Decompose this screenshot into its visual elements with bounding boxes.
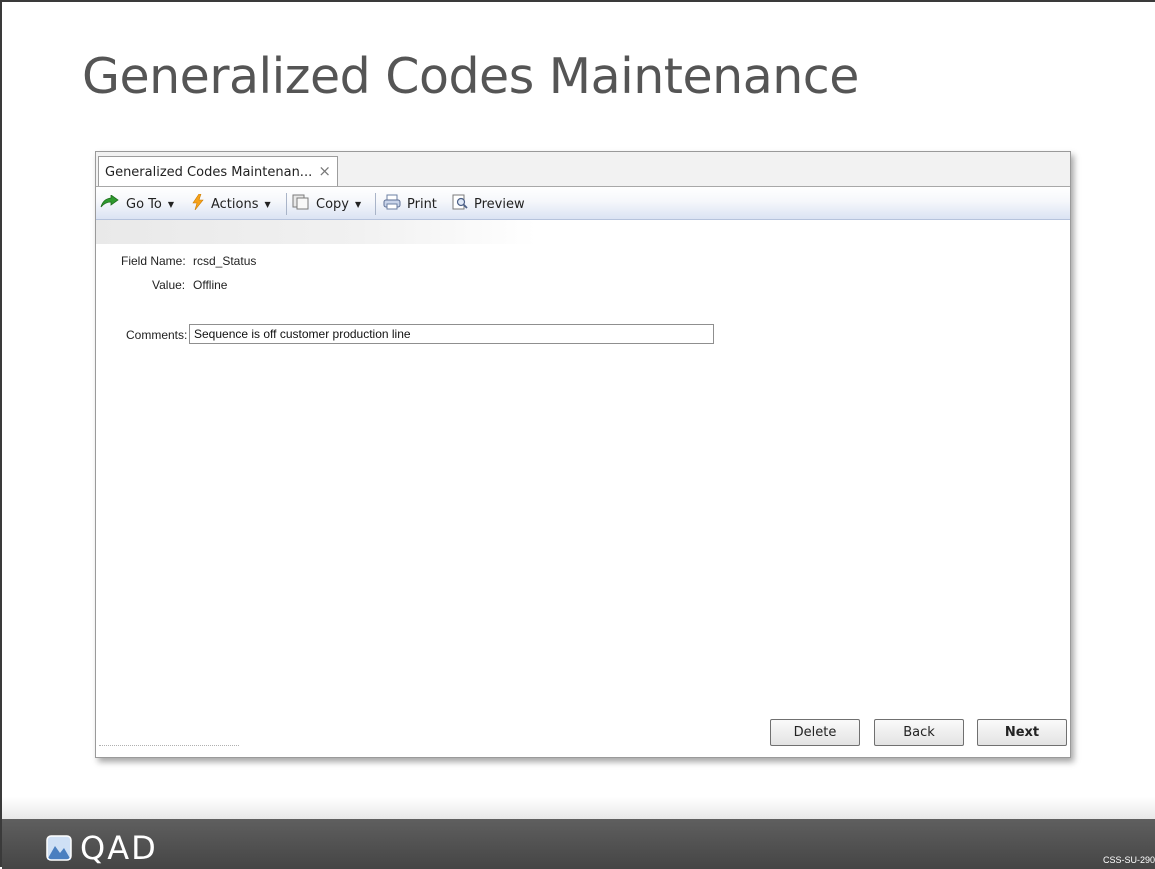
back-button[interactable]: Back [874,719,964,746]
value-value: Offline [193,278,228,292]
goto-arrow-icon [100,194,120,213]
chevron-down-icon: ▼ [167,199,175,209]
goto-menu-button[interactable]: Go To ▼ [100,194,175,213]
actions-lightning-icon [191,193,205,214]
delete-button[interactable]: Delete [770,719,860,746]
tab-generalized-codes[interactable]: Generalized Codes Maintenan... × [98,156,338,186]
logo-text: QAD [80,829,158,867]
value-label: Value: [152,278,186,292]
copy-menu-button[interactable]: Copy ▼ [292,194,362,214]
next-button[interactable]: Next [977,719,1067,746]
field-name-value: rcsd_Status [193,254,257,268]
qad-logo-icon [46,835,72,861]
tab-strip: Generalized Codes Maintenan... × [96,152,1070,187]
status-bar [99,745,239,752]
qad-logo: QAD [46,832,158,864]
slide-title: Generalized Codes Maintenance [82,48,859,105]
footer-fade [2,797,1155,819]
comments-label: Comments: [126,328,188,342]
toolbar-separator [286,193,287,215]
slide-code: CSS-SU-290 [1102,855,1155,865]
printer-icon [383,194,401,214]
close-icon[interactable]: × [318,162,331,180]
copy-label: Copy [316,196,349,212]
actions-menu-button[interactable]: Actions ▼ [191,193,271,214]
goto-label: Go To [126,196,162,212]
slide: Generalized Codes Maintenance Generalize… [0,0,1155,869]
toolbar: Go To ▼ Actions ▼ Copy ▼ Print Preview [96,187,1070,220]
slide-footer: QAD CSS-SU-290 [2,819,1155,869]
print-button[interactable]: Print [383,194,437,214]
comments-input[interactable] [189,324,714,344]
chevron-down-icon: ▼ [354,199,362,209]
preview-label: Preview [474,196,525,212]
print-label: Print [407,196,437,212]
toolbar-separator [375,193,376,215]
field-name-label: Field Name: [121,254,186,268]
header-band [96,220,536,244]
preview-button[interactable]: Preview [452,194,525,214]
preview-icon [452,194,468,214]
actions-label: Actions [211,196,259,212]
tab-label: Generalized Codes Maintenan... [105,165,313,180]
chevron-down-icon: ▼ [264,199,271,209]
copy-icon [292,194,310,214]
app-window: Generalized Codes Maintenan... × Go To ▼ [95,151,1071,758]
